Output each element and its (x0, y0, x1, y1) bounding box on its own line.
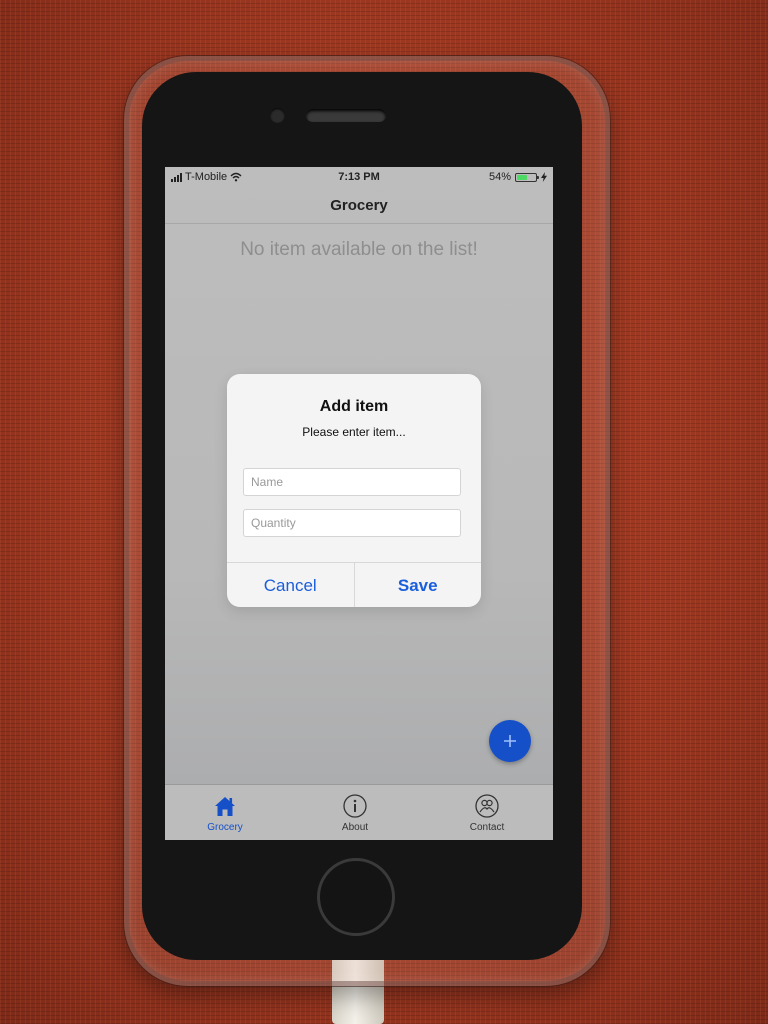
battery-fill (517, 174, 527, 180)
tab-contact[interactable]: Contact (427, 785, 547, 840)
plus-icon (504, 735, 516, 747)
tab-bar: Grocery About Contact (165, 784, 553, 840)
front-camera (270, 108, 285, 123)
battery-icon (515, 172, 539, 182)
empty-list-message: No item available on the list! (240, 239, 478, 260)
navigation-bar: Grocery (165, 187, 553, 224)
home-button[interactable] (317, 858, 395, 936)
home-icon (215, 797, 235, 816)
earpiece-speaker (306, 109, 386, 122)
battery-percent: 54% (488, 171, 511, 183)
charging-bolt-icon (541, 172, 547, 182)
name-input[interactable] (243, 468, 461, 496)
info-icon (343, 794, 367, 818)
tab-grocery[interactable]: Grocery (165, 785, 285, 840)
tab-about[interactable]: About (295, 785, 415, 840)
tab-contact-label: Contact (469, 822, 505, 833)
status-bar: T-Mobile 7:13 PM 54% (165, 167, 553, 187)
tab-grocery-label: Grocery (207, 822, 243, 833)
status-right: 54% (489, 171, 547, 183)
add-item-dialog: Add item Please enter item... Cancel Sav… (227, 374, 481, 607)
save-button[interactable]: Save (353, 563, 482, 607)
page-title: Grocery (330, 197, 388, 214)
contacts-icon (475, 794, 499, 818)
dialog-title: Add item (319, 398, 389, 415)
add-item-fab[interactable] (489, 720, 531, 762)
cancel-button[interactable]: Cancel (227, 563, 354, 607)
quantity-input[interactable] (243, 509, 461, 537)
dialog-actions: Cancel Save (227, 562, 481, 607)
tab-about-label: About (341, 822, 369, 833)
dialog-message: Please enter item... (302, 425, 406, 439)
